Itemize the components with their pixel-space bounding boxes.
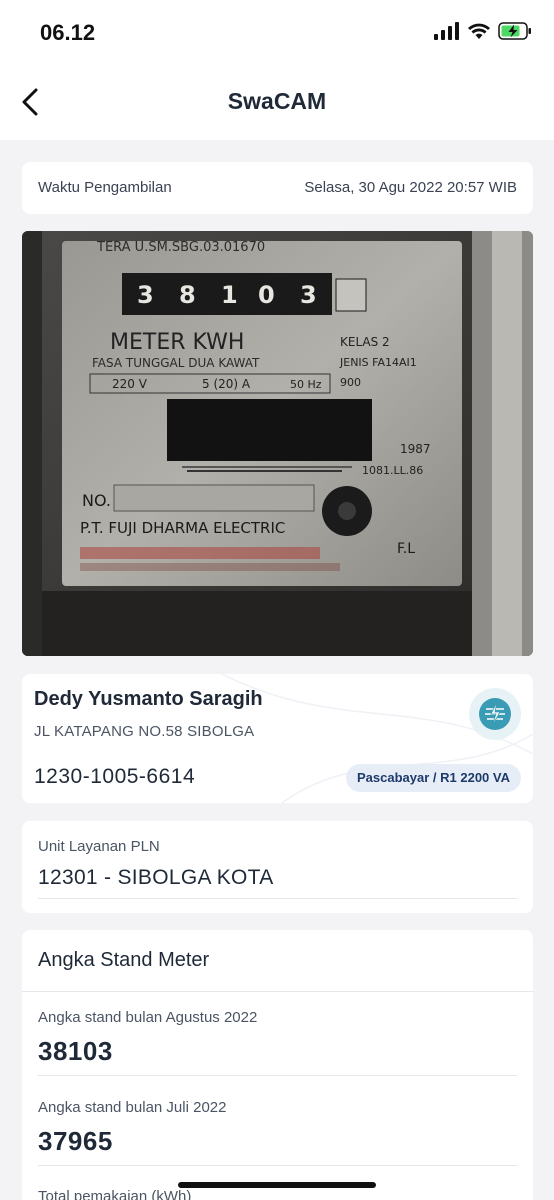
meter-putaran: 900 [340, 376, 361, 389]
meter-freq: 50 Hz [290, 378, 322, 391]
status-bar: 06.12 [0, 0, 554, 66]
stand-row-value: 37965 [38, 1126, 113, 1156]
divider [38, 1165, 517, 1166]
meter-jenis: JENIS FA14AI1 [339, 356, 417, 369]
meter-no-label: NO. [82, 491, 111, 510]
page-title: SwaCAM [227, 88, 327, 114]
meter-year: 1987 [400, 442, 431, 456]
meter-code: 1081.LL.86 [362, 464, 423, 477]
meter-digit-1: 3 [137, 281, 154, 309]
status-icons [434, 22, 532, 40]
customer-address: JL KATAPANG NO.58 SIBOLGA [34, 723, 255, 740]
capture-time-value: Selasa, 30 Agu 2022 20:57 WIB [304, 179, 517, 196]
stand-row-label: Total pemakaian (kWh) [38, 1188, 192, 1200]
stand-row-label: Angka stand bulan Agustus 2022 [38, 1009, 258, 1026]
nav-bar: SwaCAM [0, 66, 554, 140]
meter-photo[interactable]: TERA U.SM.SBG.03.01670 3 8 1 0 3 METER K… [22, 231, 533, 656]
meter-kelas: KELAS 2 [340, 335, 390, 349]
meter-digit-3: 1 [221, 281, 238, 309]
customer-name: Dedy Yusmanto Saragih [34, 688, 263, 710]
meter-digit-5: 3 [300, 281, 317, 309]
meter-digit-4: 0 [258, 281, 275, 309]
wifi-icon [468, 23, 490, 39]
divider [22, 991, 533, 992]
pln-logo-icon [469, 688, 521, 740]
meter-subtitle: FASA TUNGGAL DUA KAWAT [92, 356, 260, 370]
meter-voltage: 220 V [112, 377, 148, 391]
customer-id: 1230-1005-6614 [34, 765, 196, 788]
stand-row-value: 38103 [38, 1036, 113, 1066]
stand-row-label: Angka stand bulan Juli 2022 [38, 1099, 227, 1116]
meter-current: 5 (20) A [202, 377, 251, 391]
divider [38, 898, 517, 899]
service-unit-value: 12301 - SIBOLGA KOTA [38, 866, 274, 889]
service-unit-card: Unit Layanan PLN 12301 - SIBOLGA KOTA [22, 821, 533, 913]
stand-meter-title: Angka Stand Meter [38, 949, 210, 971]
meter-digit-2: 8 [179, 281, 196, 309]
status-time: 06.12 [40, 20, 96, 45]
meter-manufacturer: P.T. FUJI DHARMA ELECTRIC [80, 519, 285, 537]
meter-title: METER KWH [110, 330, 244, 355]
service-unit-label: Unit Layanan PLN [38, 838, 160, 855]
meter-fl: F.L [397, 541, 415, 557]
battery-charging-icon [498, 22, 531, 40]
tariff-badge: Pascabayar / R1 2200 VA [346, 764, 521, 792]
divider [38, 1075, 517, 1076]
capture-time-card: Waktu Pengambilan Selasa, 30 Agu 2022 20… [22, 162, 533, 214]
cellular-signal-icon [434, 22, 459, 40]
meter-serial: TERA U.SM.SBG.03.01670 [96, 240, 265, 255]
capture-time-label: Waktu Pengambilan [38, 179, 172, 196]
customer-card: Dedy Yusmanto Saragih JL KATAPANG NO.58 … [22, 674, 533, 803]
stand-meter-card: Angka Stand Meter Angka stand bulan Agus… [22, 930, 533, 1200]
home-indicator[interactable] [178, 1182, 376, 1188]
